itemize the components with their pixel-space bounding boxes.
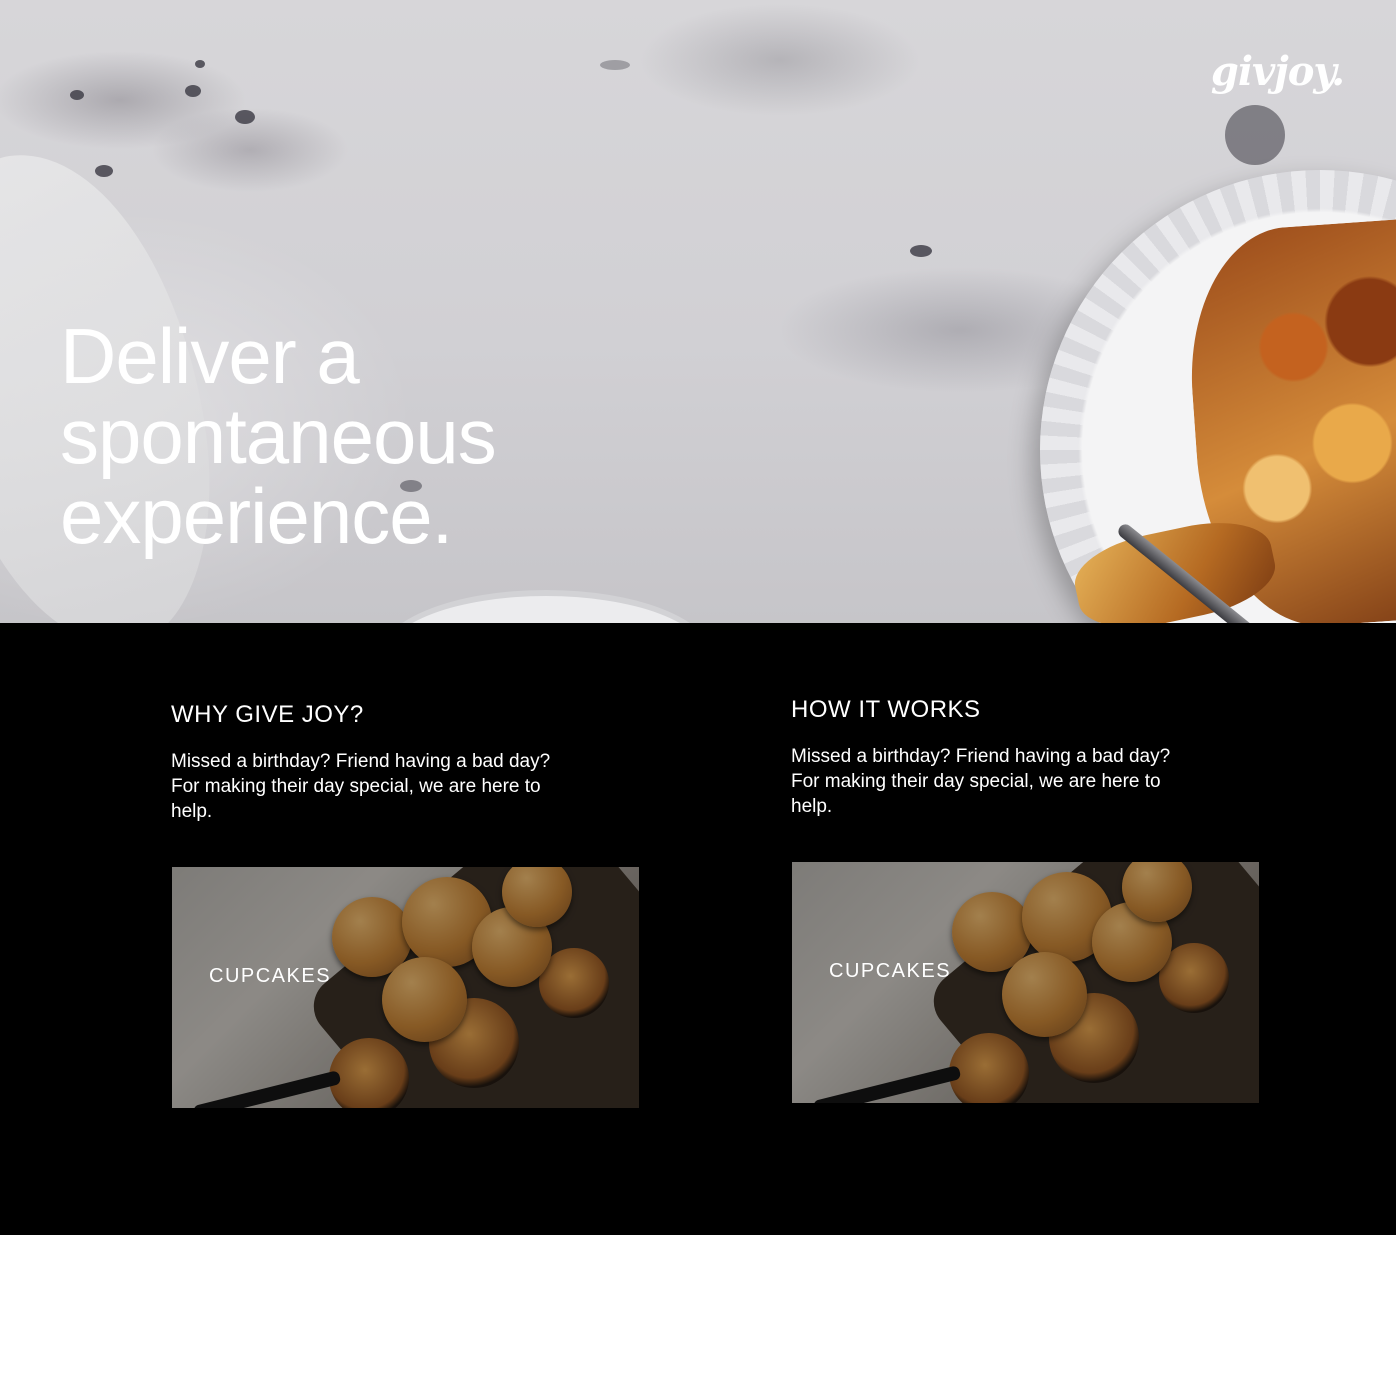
info-section: WHY GIVE JOY? Missed a birthday? Friend …	[0, 623, 1396, 1235]
hero-banner: givjoy. Deliver a spontaneous experience…	[0, 0, 1396, 623]
hero-title-line-3: experience.	[60, 472, 453, 560]
cupcakes-card[interactable]: CUPCAKES	[172, 867, 639, 1108]
section-body: Missed a birthday? Friend having a bad d…	[171, 751, 551, 822]
hero-title: Deliver a spontaneous experience.	[60, 316, 580, 556]
hero-title-line-1: Deliver a	[60, 312, 360, 400]
cupcakes-card[interactable]: CUPCAKES	[792, 862, 1259, 1103]
section-body: Missed a birthday? Friend having a bad d…	[791, 746, 1171, 817]
card-label[interactable]: CUPCAKES	[209, 965, 331, 988]
section-heading: HOW IT WORKS	[791, 696, 981, 723]
card-label[interactable]: CUPCAKES	[829, 960, 951, 983]
section-heading: WHY GIVE JOY?	[171, 701, 364, 728]
why-give-joy-column: WHY GIVE JOY? Missed a birthday? Friend …	[171, 701, 651, 824]
brand-logo[interactable]: givjoy.	[1211, 48, 1345, 95]
how-it-works-column: HOW IT WORKS Missed a birthday? Friend h…	[791, 696, 1271, 819]
hero-plate-bottom	[380, 590, 712, 623]
hero-title-line-2: spontaneous	[60, 392, 497, 480]
